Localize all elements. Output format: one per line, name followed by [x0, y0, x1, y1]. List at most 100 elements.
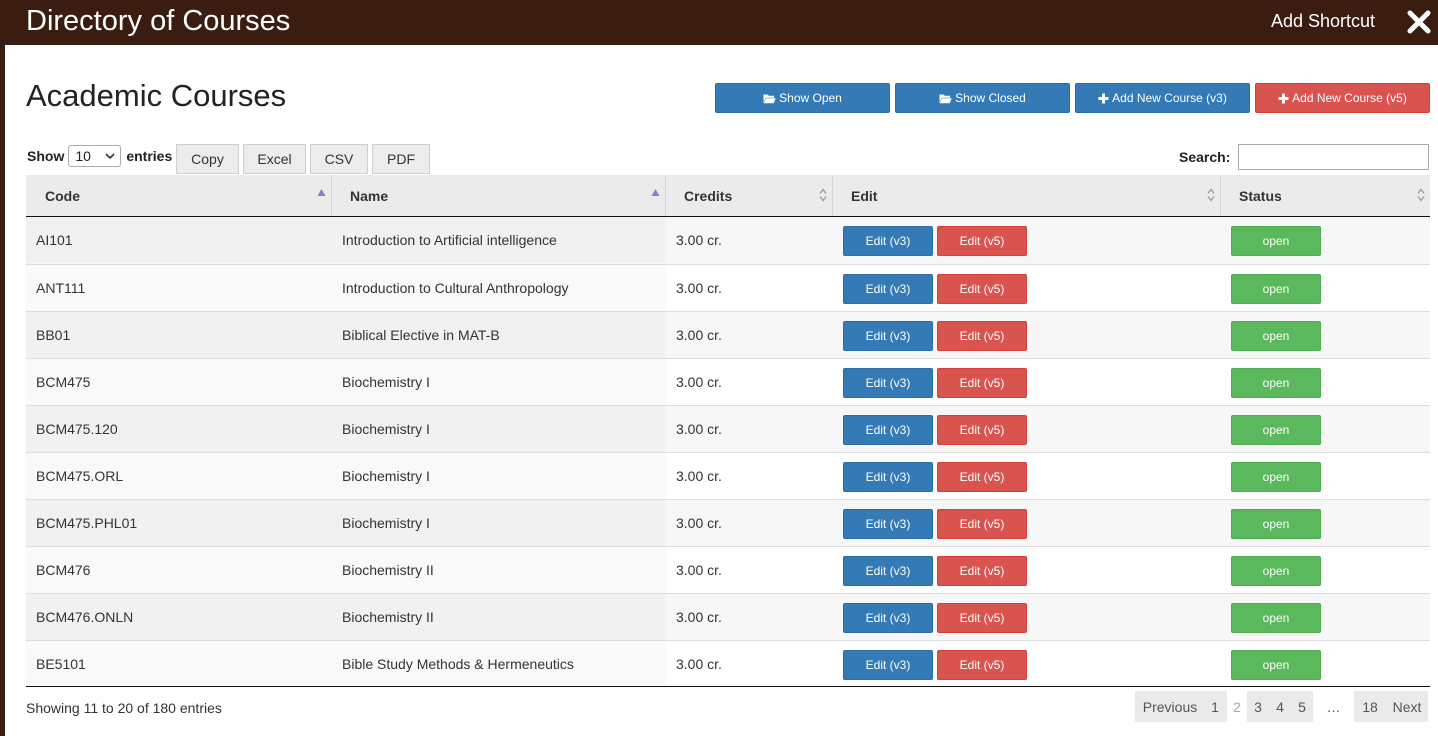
column-header-credits[interactable]: Credits	[666, 175, 833, 216]
table-header: Code Name Credits Edit Status	[26, 175, 1430, 217]
edit-v3-button[interactable]: Edit (v3)	[843, 368, 933, 398]
status-open-button[interactable]: open	[1231, 650, 1321, 680]
table-row: BCM476.ONLN Biochemistry II 3.00 cr. Edi…	[26, 593, 1430, 640]
column-header-name[interactable]: Name	[332, 175, 666, 216]
course-credits-cell: 3.00 cr.	[676, 280, 722, 296]
status-open-button[interactable]: open	[1231, 462, 1321, 492]
course-name-cell: Biochemistry II	[332, 594, 666, 640]
course-credits-cell: 3.00 cr.	[676, 562, 722, 578]
course-code-cell: BCM475.PHL01	[26, 500, 332, 546]
status-open-button[interactable]: open	[1231, 556, 1321, 586]
pagination-page[interactable]: 5	[1292, 691, 1312, 722]
table-row: BB01 Biblical Elective in MAT-B 3.00 cr.…	[26, 311, 1430, 358]
course-name-cell: Biblical Elective in MAT-B	[332, 312, 666, 358]
courses-table: Code Name Credits Edit Status AI101 Intr…	[26, 175, 1430, 687]
course-code-cell: BCM475.120	[26, 406, 332, 452]
pdf-button[interactable]: PDF	[372, 144, 430, 174]
pagination-next[interactable]: Next	[1386, 691, 1428, 722]
course-code-cell: BE5101	[26, 641, 332, 687]
course-name-cell: Biochemistry I	[332, 359, 666, 405]
edit-v3-button[interactable]: Edit (v3)	[843, 415, 933, 445]
pagination-page[interactable]: 4	[1270, 691, 1290, 722]
status-open-button[interactable]: open	[1231, 509, 1321, 539]
search-input[interactable]	[1238, 144, 1429, 170]
add-new-course-v5-button[interactable]: Add New Course (v5)	[1255, 83, 1430, 113]
table-info: Showing 11 to 20 of 180 entries	[26, 700, 222, 716]
table-row: BCM475.ORL Biochemistry I 3.00 cr. Edit …	[26, 452, 1430, 499]
status-open-button[interactable]: open	[1231, 321, 1321, 351]
course-name-cell: Introduction to Cultural Anthropology	[332, 265, 666, 311]
course-credits-cell: 3.00 cr.	[676, 327, 722, 343]
status-open-button[interactable]: open	[1231, 603, 1321, 633]
table-row: BCM476 Biochemistry II 3.00 cr. Edit (v3…	[26, 546, 1430, 593]
table-bottom-rule	[26, 686, 1430, 687]
course-code-cell: BCM476.ONLN	[26, 594, 332, 640]
table-body: AI101 Introduction to Artificial intelli…	[26, 217, 1430, 687]
pagination-page-current[interactable]: 2	[1227, 691, 1247, 722]
show-closed-button[interactable]: Show Closed	[895, 83, 1070, 113]
course-credits-cell: 3.00 cr.	[676, 421, 722, 437]
edit-v3-button[interactable]: Edit (v3)	[843, 650, 933, 680]
add-new-course-v5-label: Add New Course (v5)	[1292, 91, 1407, 105]
edit-v3-button[interactable]: Edit (v3)	[843, 603, 933, 633]
edit-v5-button[interactable]: Edit (v5)	[937, 603, 1027, 633]
copy-button[interactable]: Copy	[176, 144, 239, 174]
column-header-status[interactable]: Status	[1221, 175, 1430, 216]
course-credits-cell: 3.00 cr.	[676, 656, 722, 672]
course-code-cell: BCM475.ORL	[26, 453, 332, 499]
edit-v5-button[interactable]: Edit (v5)	[937, 274, 1027, 304]
pagination-page[interactable]: 1	[1205, 691, 1225, 722]
course-code-cell: ANT111	[26, 265, 332, 311]
table-row: BE5101 Bible Study Methods & Hermeneutic…	[26, 640, 1430, 687]
status-open-button[interactable]: open	[1231, 415, 1321, 445]
pagination-ellipsis: …	[1313, 691, 1354, 722]
edit-v5-button[interactable]: Edit (v5)	[937, 321, 1027, 351]
status-open-button[interactable]: open	[1231, 226, 1321, 256]
column-header-edit[interactable]: Edit	[833, 175, 1221, 216]
edit-v3-button[interactable]: Edit (v3)	[843, 462, 933, 492]
pagination-previous[interactable]: Previous	[1135, 691, 1205, 722]
excel-button[interactable]: Excel	[243, 144, 306, 174]
pagination-page[interactable]: 18	[1354, 691, 1386, 722]
course-directory-window: Directory of Courses Add Shortcut Academ…	[0, 0, 1438, 736]
edit-v3-button[interactable]: Edit (v3)	[843, 274, 933, 304]
course-code-cell: AI101	[26, 217, 332, 263]
chevron-down-icon	[105, 153, 115, 160]
show-open-button[interactable]: Show Open	[715, 83, 890, 113]
edit-v5-button[interactable]: Edit (v5)	[937, 462, 1027, 492]
edit-v5-button[interactable]: Edit (v5)	[937, 556, 1027, 586]
course-name-cell: Biochemistry I	[332, 500, 666, 546]
edit-v3-button[interactable]: Edit (v3)	[843, 509, 933, 539]
add-new-course-v3-button[interactable]: Add New Course (v3)	[1075, 83, 1250, 113]
edit-v5-button[interactable]: Edit (v5)	[937, 509, 1027, 539]
pagination-page[interactable]: 3	[1248, 691, 1268, 722]
course-credits-cell: 3.00 cr.	[676, 515, 722, 531]
add-shortcut-link[interactable]: Add Shortcut	[1271, 11, 1375, 32]
window-title: Directory of Courses	[26, 5, 291, 37]
status-open-button[interactable]: open	[1231, 368, 1321, 398]
course-code-cell: BCM476	[26, 547, 332, 593]
column-header-code[interactable]: Code	[26, 175, 332, 216]
entries-length-control: Show 10 entries	[27, 145, 172, 167]
sort-both-icon	[1207, 188, 1215, 202]
edit-v5-button[interactable]: Edit (v5)	[937, 226, 1027, 256]
entries-per-page-select[interactable]: 10	[68, 145, 122, 167]
course-credits-cell: 3.00 cr.	[676, 232, 722, 248]
course-code-cell: BB01	[26, 312, 332, 358]
edit-v3-button[interactable]: Edit (v3)	[843, 556, 933, 586]
course-credits-cell: 3.00 cr.	[676, 609, 722, 625]
csv-button[interactable]: CSV	[310, 144, 368, 174]
folder-open-icon	[939, 94, 952, 103]
sort-both-icon	[819, 188, 827, 202]
edit-v3-button[interactable]: Edit (v3)	[843, 321, 933, 351]
edit-v5-button[interactable]: Edit (v5)	[937, 368, 1027, 398]
close-icon[interactable]	[1406, 9, 1432, 35]
sort-asc-icon	[651, 189, 660, 196]
folder-open-icon	[763, 94, 776, 103]
edit-v3-button[interactable]: Edit (v3)	[843, 226, 933, 256]
edit-v5-button[interactable]: Edit (v5)	[937, 650, 1027, 680]
course-name-cell: Bible Study Methods & Hermeneutics	[332, 641, 666, 687]
status-open-button[interactable]: open	[1231, 274, 1321, 304]
course-code-cell: BCM475	[26, 359, 332, 405]
edit-v5-button[interactable]: Edit (v5)	[937, 415, 1027, 445]
